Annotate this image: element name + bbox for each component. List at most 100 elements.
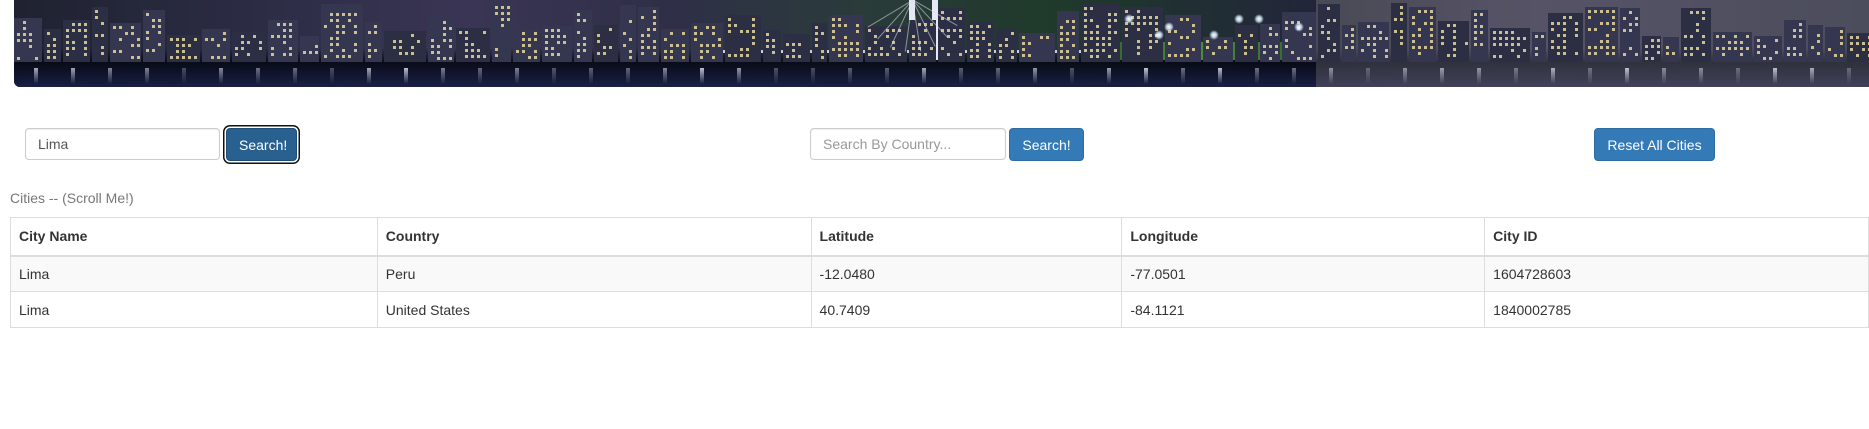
skyline-window [119, 38, 122, 41]
skyline-window [72, 47, 75, 50]
column-header-city-name: City Name [10, 217, 378, 257]
skyline-window [1084, 19, 1087, 22]
skyline-window [1096, 31, 1099, 34]
skyline-window [1523, 49, 1526, 52]
skyline-window [792, 43, 795, 46]
water-reflection [1329, 68, 1333, 84]
skyline-window [1096, 49, 1099, 52]
skyline-window [976, 31, 979, 34]
skyline-window [465, 37, 468, 40]
skyline-window [653, 22, 656, 25]
skyline-window [101, 46, 104, 49]
skyline-window [146, 37, 149, 40]
skyline-window [746, 54, 749, 57]
skyline-window [1412, 16, 1415, 19]
skyline-window [1817, 34, 1820, 37]
skyline-window [1575, 34, 1578, 37]
skyline-window [1690, 47, 1693, 50]
skyline-window [999, 50, 1002, 53]
skyline-window [47, 50, 50, 53]
skyline-window [976, 37, 979, 40]
skyline-window [1137, 40, 1140, 43]
skyline-window [1551, 28, 1554, 31]
water-reflection [1551, 68, 1555, 84]
skyline-window [1066, 38, 1069, 41]
skyline-window [1412, 34, 1415, 37]
city-search-button[interactable]: Search! [226, 128, 297, 161]
skyline-window [1623, 17, 1626, 20]
skyline-window [1351, 34, 1354, 37]
skyline-window [1206, 46, 1209, 49]
city-search-input[interactable] [25, 128, 220, 160]
country-search-input[interactable] [810, 128, 1006, 160]
skyline-window [374, 49, 377, 52]
skyline-window [1125, 28, 1128, 31]
skyline-window [113, 50, 116, 53]
table-row[interactable]: Lima Peru -12.0480 -77.0501 1604728603 [10, 255, 1869, 292]
skyline-window [832, 18, 835, 21]
table-row[interactable]: Lima United States 40.7409 -84.1121 1840… [10, 291, 1869, 328]
reset-all-cities-button[interactable]: Reset All Cities [1594, 128, 1715, 161]
skyline-window [393, 40, 396, 43]
skyline-window [1453, 54, 1456, 57]
skyline-window [1828, 48, 1831, 51]
skyline-window [125, 32, 128, 35]
skyline-window [131, 44, 134, 47]
water-reflection [1699, 68, 1703, 84]
skyline-window [393, 46, 396, 49]
skyline-window [223, 56, 226, 59]
skyline-window [182, 44, 185, 47]
skyline-window [449, 45, 452, 48]
skyline-window [1168, 42, 1171, 45]
column-header-country: Country [376, 217, 812, 257]
skyline-window [336, 43, 339, 46]
country-search-button[interactable]: Search! [1009, 128, 1084, 161]
cell-city-name: Lima [10, 255, 378, 292]
skyline-window [330, 43, 333, 46]
skyline-window [1799, 23, 1802, 26]
water-reflection [1625, 68, 1629, 84]
skyline-window [1447, 54, 1450, 57]
skyline-window [1840, 30, 1843, 33]
skyline-window [1303, 57, 1306, 60]
skyline-window [970, 49, 973, 52]
skyline-window [1430, 40, 1433, 43]
skyline-window [1657, 39, 1660, 42]
water-reflection [959, 68, 963, 84]
skyline-window [821, 50, 824, 53]
skyline-window [653, 28, 656, 31]
skyline-window [959, 17, 962, 20]
skyline-window [507, 6, 510, 9]
skyline-window [1108, 43, 1111, 46]
skyline-window [1149, 46, 1152, 49]
skyline-window [522, 50, 525, 53]
column-header-longitude: Longitude [1121, 217, 1486, 257]
skyline-window [1412, 46, 1415, 49]
skyline-window [545, 53, 548, 56]
skyline-window [1600, 22, 1603, 25]
skyline-window [259, 41, 262, 44]
skyline-window [1505, 31, 1508, 34]
skyline-window [465, 31, 468, 34]
skyline-window [1385, 37, 1388, 40]
skyline-window [495, 6, 498, 9]
skyline-window [1180, 18, 1183, 21]
skyline-window [988, 49, 991, 52]
skyline-window [1557, 22, 1560, 25]
skyline-window [1657, 51, 1660, 54]
column-header-city-id: City ID [1484, 217, 1869, 257]
water-reflection [1773, 68, 1777, 84]
skyline-window [1569, 16, 1572, 19]
cell-latitude: -12.0480 [810, 255, 1123, 292]
skyline-window [119, 50, 122, 53]
skyline-building [1808, 25, 1823, 62]
skyline-window [289, 47, 292, 50]
skyline-window [1453, 36, 1456, 39]
skyline-window [1441, 36, 1444, 39]
water-reflection [737, 68, 741, 84]
skyline-window [1400, 12, 1403, 15]
skyline-window [988, 43, 991, 46]
skyline-window [641, 16, 644, 19]
skyline-window [1651, 39, 1654, 42]
skyline-window [1269, 33, 1272, 36]
